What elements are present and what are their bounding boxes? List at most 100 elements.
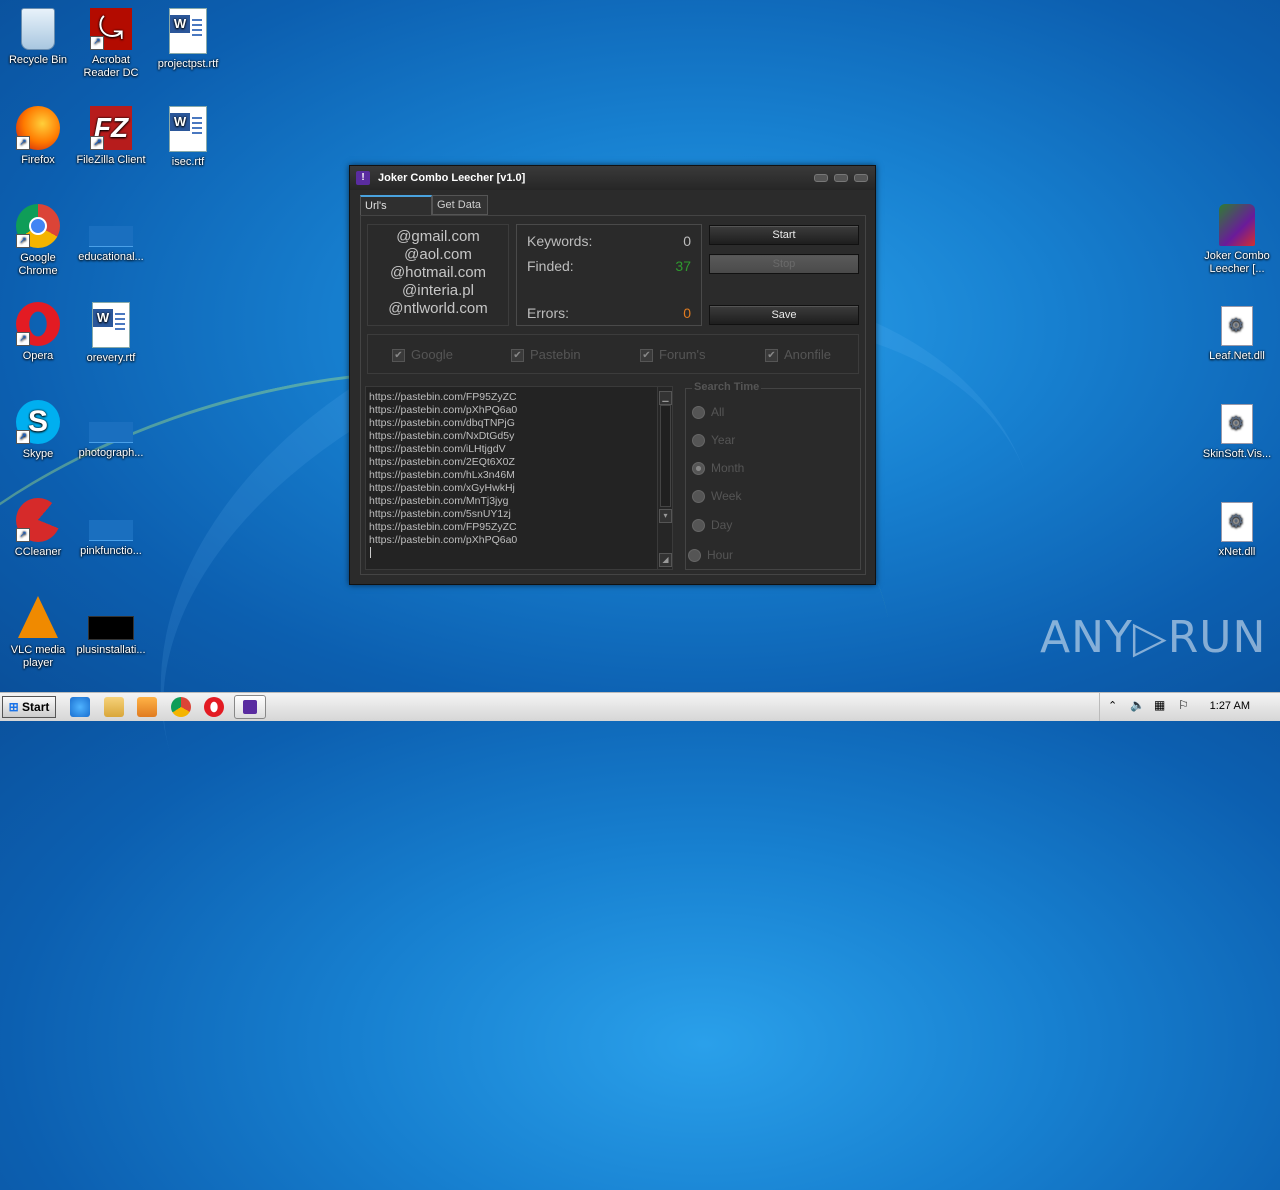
taskbar: ⊞ Start ⌃ 🔈 ▦ ⚐ 1:27 AM [0,692,1280,721]
blank-file-icon [89,226,133,247]
desktop-icon-leaf-net-dll[interactable]: Leaf.Net.dll [1199,306,1275,363]
scroll-up-icon[interactable]: ▁ [659,391,672,405]
scroll-thumb[interactable] [660,405,671,507]
tab-urls-grabber[interactable]: Url's Grabber [360,195,432,230]
clock[interactable]: 1:27 AM [1210,700,1250,712]
radio-month[interactable]: Month [692,461,745,476]
start-button[interactable]: ⊞ Start [2,696,56,718]
checkbox-anonfile[interactable]: ✔ Anonfile [765,347,831,363]
checkbox-google[interactable]: ✔ Google [392,347,453,363]
volume-icon[interactable]: 🔈 [1130,698,1145,712]
checkbox-label: Pastebin [530,347,581,362]
desktop-icon-vlc[interactable]: VLC media player [0,596,76,670]
desktop-icon-isec[interactable]: isec.rtf [150,106,226,169]
media-player-icon[interactable] [137,697,157,717]
url-line: https://pastebin.com/xGyHwkHj [369,482,515,494]
url-line: https://pastebin.com/dbqTNPjG [369,417,515,429]
close-button[interactable] [854,174,868,182]
radio-day[interactable]: Day [692,518,733,533]
shortcut-arrow-icon: ↗ [90,36,104,50]
url-line: https://pastebin.com/hLx3n46M [369,469,515,481]
url-line: https://pastebin.com/pXhPQ6a0 [369,404,518,416]
vertical-scrollbar[interactable]: ▁ ▾ ◢ [657,387,672,569]
ie-icon[interactable] [70,697,90,717]
desktop-icon-skype[interactable]: S ↗ Skype [0,400,76,461]
filezilla-icon: FZ ↗ [90,106,132,150]
desktop-icon-label: orevery.rtf [86,352,136,364]
checkbox-pastebin[interactable]: ✔ Pastebin [511,347,581,363]
desktop-icon-opera[interactable]: ↗ Opera [0,302,76,363]
desktop-icon-orevery[interactable]: orevery.rtf [73,302,149,365]
stats-panel: Keywords: 0 Finded: 37 Errors: 0 [516,224,702,326]
search-time-group: Search Time All Year Month Week Day Hour [685,381,861,570]
chrome-icon[interactable] [171,697,191,717]
radio-dot-icon [692,519,705,533]
desktop-icon-skinsoft-dll[interactable]: SkinSoft.Vis... [1199,404,1275,461]
start-button[interactable]: Start [709,225,859,245]
desktop-icon-educational[interactable]: educational... [73,204,149,264]
blank-file-icon [89,520,133,541]
errors-label: Errors: [527,305,569,321]
radio-label: Week [711,489,742,503]
checkmark-icon: ✔ [511,349,524,363]
checkbox-forums[interactable]: ✔ Forum's [640,347,706,363]
radio-hour[interactable]: Hour [688,548,734,563]
resize-grip-icon: ◢ [659,553,672,567]
action-center-flag-icon[interactable]: ⚐ [1178,698,1189,712]
vlc-icon [18,596,58,638]
firefox-icon: ↗ [16,106,60,150]
shortcut-arrow-icon: ↗ [16,234,30,248]
anyrun-watermark: ANY▷RUN [1040,612,1267,663]
title-bar[interactable]: ! Joker Combo Leecher [v1.0] [350,166,875,190]
desktop-icon-filezilla[interactable]: FZ ↗ FileZilla Client [73,106,149,167]
checkbox-label: Forum's [659,347,706,362]
desktop-icon-recycle-bin[interactable]: Recycle Bin [0,8,76,67]
urls-grabber-panel: @gmail.com @aol.com @hotmail.com @interi… [360,215,866,575]
radio-label: Month [711,461,745,475]
desktop-icon-joker-combo-leecher[interactable]: Joker Combo Leecher [... [1199,204,1275,276]
maximize-button[interactable] [834,174,848,182]
desktop-icon-xnet-dll[interactable]: xNet.dll [1199,502,1275,559]
radio-label: Hour [707,548,734,562]
radio-dot-icon [692,434,705,448]
minimize-button[interactable] [814,174,828,182]
desktop-icon-label: educational... [78,251,144,263]
radio-year[interactable]: Year [692,433,735,448]
desktop-icon-pinkfunctio[interactable]: pinkfunctio... [73,498,149,558]
desktop-icon-acrobat[interactable]: ⤿ ↗ Acrobat Reader DC [73,8,149,80]
radio-all[interactable]: All [692,405,724,420]
word-doc-icon [169,8,207,54]
radio-label: Day [711,518,733,532]
save-button[interactable]: Save [709,305,859,325]
desktop-icon-label: SkinSoft.Vis... [1202,448,1272,460]
scroll-down-icon[interactable]: ▾ [659,509,672,523]
desktop-icon-label: Acrobat Reader DC [83,54,139,79]
radio-selected-dot-icon [692,462,705,476]
blank-file-icon [89,422,133,443]
desktop-icon-plusinstallati[interactable]: plusinstallati... [73,596,149,657]
checkmark-icon: ✔ [765,349,778,363]
joker-icon [1219,204,1255,246]
url-line: https://pastebin.com/iLHtjgdV [369,443,506,455]
desktop-icon-chrome[interactable]: ↗ Google Chrome [0,204,76,278]
desktop-icon-photograph[interactable]: photograph... [73,400,149,460]
network-icon[interactable]: ▦ [1154,698,1165,712]
app-icon: ! [356,171,370,185]
desktop-icon-projectpst[interactable]: projectpst.rtf [150,8,226,71]
desktop-icon-label: Opera [22,350,54,362]
dll-icon [1221,404,1253,444]
shortcut-arrow-icon: ↗ [16,136,30,150]
opera-icon[interactable] [204,697,224,717]
url-line: https://pastebin.com/NxDtGd5y [369,430,515,442]
desktop-icon-ccleaner[interactable]: ↗ CCleaner [0,498,76,559]
show-hidden-icons-icon[interactable]: ⌃ [1108,699,1117,712]
sources-group: ✔ Google ✔ Pastebin ✔ Forum's ✔ Anonfile [367,334,859,374]
explorer-icon[interactable] [104,697,124,717]
tab-get-data[interactable]: Get Data [432,195,488,215]
joker-taskbar-button[interactable] [234,695,266,719]
url-results-textarea[interactable]: https://pastebin.com/FP95ZyZC https://pa… [365,386,673,570]
domain-list[interactable]: @gmail.com @aol.com @hotmail.com @interi… [367,224,509,326]
stop-button[interactable]: Stop [709,254,859,274]
desktop-icon-firefox[interactable]: ↗ Firefox [0,106,76,167]
radio-week[interactable]: Week [692,489,742,504]
